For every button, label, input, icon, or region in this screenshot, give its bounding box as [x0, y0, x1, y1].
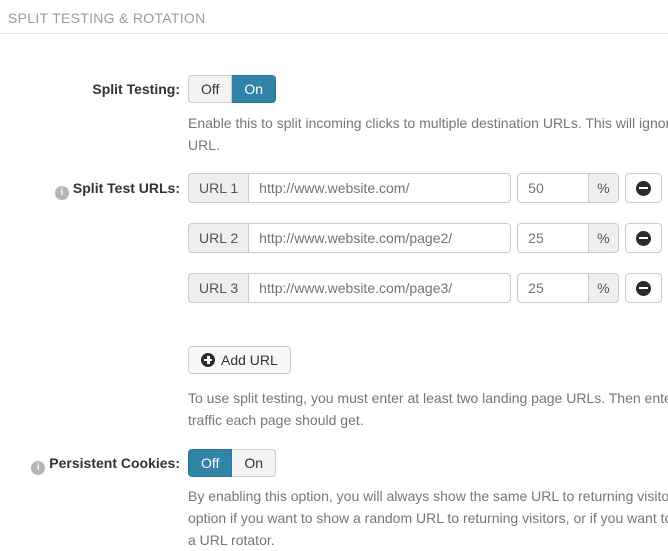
help-text-line: By enabling this option, you will always…	[188, 485, 668, 507]
persistent-cookies-label-text: Persistent Cookies:	[49, 455, 180, 471]
remove-url-button[interactable]	[625, 273, 662, 303]
url-prefix-addon: URL 3	[188, 273, 248, 303]
split-testing-label: Split Testing:	[0, 75, 180, 103]
plus-circle-icon	[201, 353, 215, 367]
divider	[0, 33, 668, 34]
percent-input[interactable]	[517, 223, 589, 253]
persistent-cookies-off-button[interactable]: Off	[188, 449, 232, 477]
percent-input-group: %	[517, 173, 618, 203]
url-row: URL 1 %	[188, 173, 668, 203]
url-prefix-addon: URL 2	[188, 223, 248, 253]
url-input[interactable]	[248, 173, 511, 203]
url-input[interactable]	[248, 223, 511, 253]
url-input-group: URL 3	[188, 273, 511, 303]
help-text-line: To use split testing, you must enter at …	[188, 387, 668, 409]
split-test-urls-row: Split Test URLs: URL 1 % URL 2 %	[0, 173, 668, 431]
minus-circle-icon	[636, 181, 651, 196]
split-test-urls-help: To use split testing, you must enter at …	[188, 387, 668, 431]
percent-addon: %	[589, 273, 618, 303]
percent-addon: %	[589, 173, 618, 203]
persistent-cookies-toggle: Off On	[188, 449, 276, 477]
help-text-line: Enable this to split incoming clicks to …	[188, 112, 668, 134]
persistent-cookies-row: Persistent Cookies: Off On By enabling t…	[0, 449, 668, 551]
percent-input-group: %	[517, 273, 618, 303]
help-text-line: a URL rotator.	[188, 529, 668, 551]
percent-input[interactable]	[517, 273, 589, 303]
split-testing-row: Split Testing: Off On Enable this to spl…	[0, 75, 668, 156]
split-test-urls-label-text: Split Test URLs:	[73, 180, 180, 196]
url-row: URL 2 %	[188, 223, 668, 253]
minus-circle-icon	[636, 281, 651, 296]
split-test-urls-label: Split Test URLs:	[0, 173, 180, 203]
split-testing-off-button[interactable]: Off	[188, 75, 232, 103]
persistent-cookies-label: Persistent Cookies:	[0, 449, 180, 477]
remove-url-button[interactable]	[625, 223, 662, 253]
url-prefix-addon: URL 1	[188, 173, 248, 203]
percent-input-group: %	[517, 223, 618, 253]
add-url-button-label: Add URL	[221, 352, 278, 368]
help-text-line: traffic each page should get.	[188, 409, 668, 431]
url-row: URL 3 %	[188, 273, 668, 303]
url-input-group: URL 1	[188, 173, 511, 203]
persistent-cookies-help: By enabling this option, you will always…	[188, 485, 668, 551]
split-testing-toggle: Off On	[188, 75, 276, 103]
percent-input[interactable]	[517, 173, 589, 203]
add-url-button[interactable]: Add URL	[188, 346, 291, 374]
info-icon[interactable]	[31, 461, 45, 475]
percent-addon: %	[589, 223, 618, 253]
remove-url-button[interactable]	[625, 173, 662, 203]
split-testing-help: Enable this to split incoming clicks to …	[188, 112, 668, 156]
help-text-line: option if you want to show a random URL …	[188, 507, 668, 529]
url-input[interactable]	[248, 273, 511, 303]
info-icon[interactable]	[55, 186, 69, 200]
split-testing-on-button[interactable]: On	[232, 75, 276, 103]
url-input-group: URL 2	[188, 223, 511, 253]
persistent-cookies-on-button[interactable]: On	[232, 449, 276, 477]
help-text-line: URL.	[188, 134, 668, 156]
minus-circle-icon	[636, 231, 651, 246]
section-title: SPLIT TESTING & ROTATION	[8, 10, 668, 26]
